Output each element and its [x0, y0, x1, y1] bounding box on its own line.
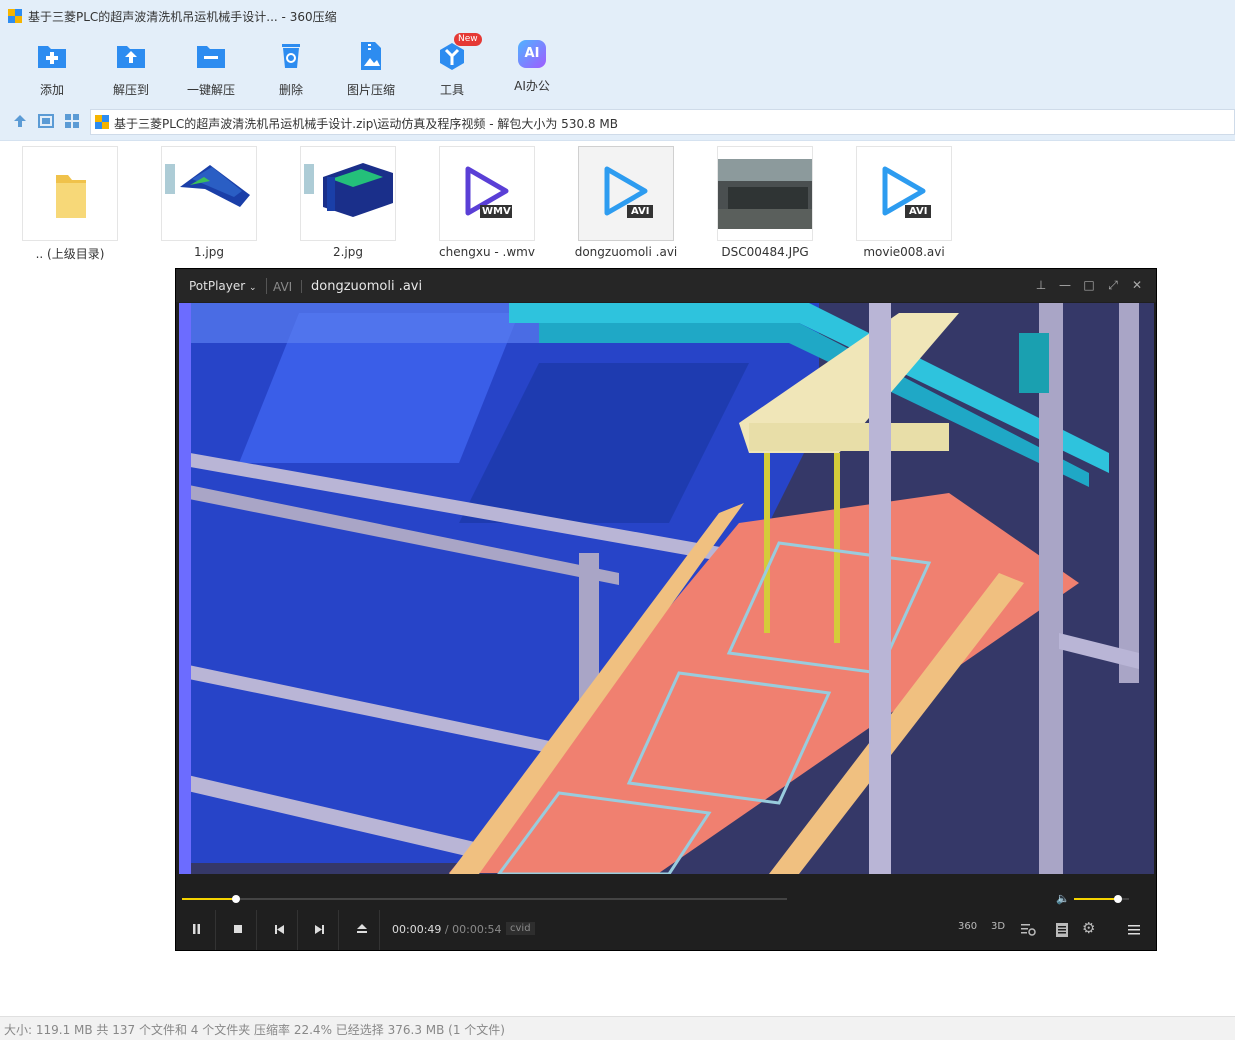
- image-thumbnail: [300, 146, 396, 241]
- close-icon[interactable]: ✕: [1129, 277, 1145, 293]
- extract-to-icon: [115, 40, 147, 72]
- toolbar: 添加 解压到 一键解压 删除 图片压缩 New 工具 AI AI办公: [0, 32, 1235, 102]
- control-bar: 00:00:49 / 00:00:54 cvid 360 3D ⚙: [176, 910, 1156, 950]
- potplayer-menu[interactable]: PotPlayer ⌄: [189, 279, 257, 293]
- player-filename: dongzuomoli .avi: [311, 279, 423, 294]
- volume-icon[interactable]: 🔈: [1056, 892, 1070, 905]
- format-label: AVI: [273, 280, 293, 294]
- list-view-icon[interactable]: [37, 112, 55, 130]
- previous-button[interactable]: [258, 910, 298, 950]
- delete-button[interactable]: 删除: [256, 38, 326, 98]
- add-folder-icon: [36, 40, 68, 72]
- add-button[interactable]: 添加: [17, 38, 87, 98]
- video-scrollbar[interactable]: [179, 303, 191, 874]
- video-file-icon: AVI: [578, 146, 674, 241]
- zip-icon: [95, 115, 109, 129]
- seek-bar[interactable]: 🔈: [176, 889, 1156, 909]
- stop-button[interactable]: [217, 910, 257, 950]
- one-click-extract-button[interactable]: 一键解压: [176, 38, 246, 98]
- new-badge: New: [454, 33, 482, 46]
- next-button[interactable]: [299, 910, 339, 950]
- chevron-down-icon: ⌄: [249, 283, 257, 293]
- player-title-bar[interactable]: PotPlayer ⌄ AVI dongzuomoli .avi ⊥ — □ ⤢…: [176, 269, 1156, 302]
- file-item-parent[interactable]: .. (上级目录): [10, 146, 130, 264]
- potplayer-window[interactable]: PotPlayer ⌄ AVI dongzuomoli .avi ⊥ — □ ⤢…: [175, 268, 1157, 951]
- fullscreen-icon[interactable]: ⤢: [1105, 277, 1121, 293]
- volume-handle[interactable]: [1114, 895, 1122, 903]
- title-bar: 基于三菱PLC的超声波清洗机吊运机械手设计... - 360压缩: [0, 0, 1235, 32]
- file-item-dsc00484[interactable]: DSC00484.JPG: [705, 146, 825, 264]
- previous-icon: [275, 925, 284, 934]
- playlist-search-icon[interactable]: [1020, 921, 1038, 939]
- file-item-2jpg[interactable]: 2.jpg: [288, 146, 408, 264]
- ai-office-icon: AI: [518, 40, 546, 68]
- delete-icon: [275, 40, 307, 72]
- address-input[interactable]: 基于三菱PLC的超声波清洗机吊运机械手设计.zip\运动仿真及程序视频 - 解包…: [90, 109, 1235, 135]
- window-title: 基于三菱PLC的超声波清洗机吊运机械手设计... - 360压缩: [28, 10, 337, 24]
- image-thumbnail: [161, 146, 257, 241]
- eject-button[interactable]: [340, 910, 380, 950]
- file-item-dongzuomoli-avi[interactable]: AVI dongzuomoli .avi: [566, 146, 686, 264]
- settings-gear-icon[interactable]: ⚙: [1082, 919, 1095, 937]
- extract-to-button[interactable]: 解压到: [96, 38, 166, 98]
- volume-level: [1074, 898, 1118, 900]
- stop-icon: [234, 925, 242, 933]
- video-file-icon: WMV: [439, 146, 535, 241]
- status-bar: 大小: 119.1 MB 共 137 个文件和 4 个文件夹 压缩率 22.4%…: [0, 1016, 1235, 1040]
- image-compress-icon: [355, 40, 387, 72]
- app-icon: [8, 9, 22, 23]
- file-item-chengxu-wmv[interactable]: WMV chengxu - .wmv: [427, 146, 547, 264]
- status-text: 大小: 119.1 MB 共 137 个文件和 4 个文件夹 压缩率 22.4%…: [4, 1023, 505, 1037]
- eject-icon: [357, 924, 367, 933]
- folder-icon: [22, 146, 118, 241]
- grid-view-icon[interactable]: [63, 112, 81, 130]
- ai-office-button[interactable]: AI AI办公: [497, 38, 567, 98]
- 3d-icon[interactable]: 3D: [991, 921, 1005, 939]
- video-file-icon: AVI: [856, 146, 952, 241]
- 360-icon[interactable]: 360: [958, 921, 977, 939]
- tools-icon: New: [436, 33, 482, 72]
- photo-thumbnail: [717, 146, 813, 241]
- one-click-extract-icon: [195, 40, 227, 72]
- maximize-icon[interactable]: □: [1081, 277, 1097, 293]
- menu-icon[interactable]: [1125, 921, 1143, 939]
- image-compress-button[interactable]: 图片压缩: [336, 38, 406, 98]
- codec-label: cvid: [506, 922, 535, 935]
- minimize-icon[interactable]: —: [1057, 277, 1073, 293]
- video-frame[interactable]: [179, 303, 1154, 874]
- pin-icon[interactable]: ⊥: [1033, 277, 1049, 293]
- file-item-1jpg[interactable]: 1.jpg: [149, 146, 269, 264]
- up-arrow-icon[interactable]: [11, 112, 29, 130]
- pause-icon: [193, 924, 200, 934]
- playlist-icon[interactable]: [1053, 921, 1071, 939]
- time-display: 00:00:49 / 00:00:54: [392, 923, 502, 936]
- seek-handle[interactable]: [231, 895, 240, 903]
- file-item-movie008-avi[interactable]: AVI movie008.avi: [844, 146, 964, 264]
- address-bar: 基于三菱PLC的超声波清洗机吊运机械手设计.zip\运动仿真及程序视频 - 解包…: [0, 102, 1235, 141]
- seek-progress: [182, 898, 236, 900]
- next-icon: [315, 925, 324, 934]
- tools-button[interactable]: New 工具: [417, 33, 487, 98]
- address-path: 基于三菱PLC的超声波清洗机吊运机械手设计.zip\运动仿真及程序视频 - 解包…: [114, 117, 618, 131]
- pause-button[interactable]: [176, 910, 216, 950]
